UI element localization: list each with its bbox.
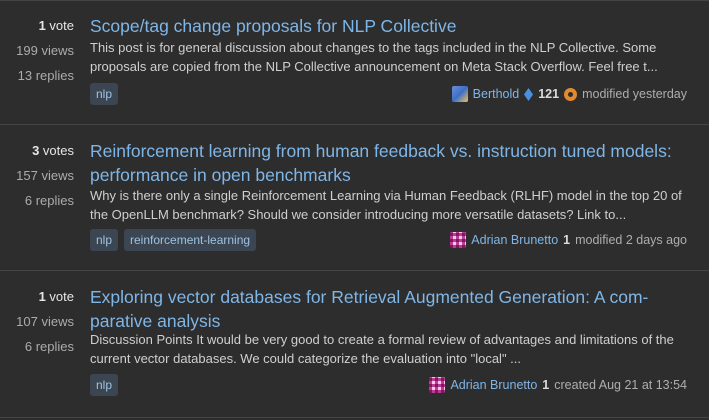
- reply-count: 6 replies: [24, 339, 74, 354]
- reputation: 1: [563, 233, 571, 247]
- tag-nlp[interactable]: nlp: [90, 374, 119, 396]
- discussion-item: 3 votes 157 views 6 replies Reinforcemen…: [0, 125, 709, 270]
- post-excerpt: This post is for general discussion abou…: [90, 40, 658, 74]
- discussion-list: 1 vote 199 views 13 replies Scope/tag ch…: [0, 0, 709, 420]
- view-count: 157 views: [16, 168, 74, 183]
- divider: [0, 417, 709, 418]
- post-meta: Berthold 121 modified yesterday: [451, 86, 687, 102]
- vote-count: 3 votes: [32, 143, 74, 158]
- post-title-link[interactable]: Exploring vector databases for Retrieval…: [90, 285, 670, 333]
- post-title-link[interactable]: Scope/tag change proposals for NLP Colle…: [90, 14, 690, 38]
- author-link[interactable]: Adrian Brunetto: [450, 378, 537, 392]
- reputation: 1: [542, 378, 550, 392]
- activity-time: modified 2 days ago: [575, 233, 687, 247]
- avatar[interactable]: [429, 377, 446, 393]
- tag-nlp[interactable]: nlp: [90, 83, 119, 105]
- post-excerpt: Discussion Points It would be very good …: [90, 332, 674, 366]
- vote-count: 1 vote: [38, 289, 74, 304]
- tag-reinforcement-learning[interactable]: reinforcement-learning: [124, 229, 257, 251]
- post-stats: 3 votes 157 views 6 replies: [0, 143, 74, 218]
- vote-count: 1 vote: [38, 18, 74, 33]
- post-excerpt: Why is there only a single Reinforcement…: [90, 188, 682, 222]
- tag-list: nlp: [90, 374, 119, 396]
- author-link[interactable]: Adrian Brunetto: [471, 233, 558, 247]
- post-meta: Adrian Brunetto 1 modified 2 days ago: [450, 232, 687, 248]
- post-stats: 1 vote 107 views 6 replies: [0, 289, 74, 364]
- post-meta: Adrian Brunetto 1 created Aug 21 at 13:5…: [429, 377, 687, 393]
- post-title-link[interactable]: Reinforcement learning from human feedba…: [90, 139, 700, 187]
- view-count: 199 views: [16, 43, 74, 58]
- discussion-item: 1 vote 199 views 13 replies Scope/tag ch…: [0, 0, 709, 124]
- activity-time: created Aug 21 at 13:54: [554, 378, 687, 392]
- reply-count: 13 replies: [17, 68, 74, 83]
- moderator-diamond-icon: [524, 87, 534, 101]
- reply-count: 6 replies: [24, 193, 74, 208]
- avatar[interactable]: [451, 86, 468, 102]
- author-link[interactable]: Berthold: [473, 87, 520, 101]
- avatar[interactable]: [450, 232, 467, 248]
- tag-list: nlp reinforcement-learning: [90, 229, 257, 251]
- reputation: 121: [538, 87, 560, 101]
- activity-time: modified yesterday: [582, 87, 687, 101]
- post-stats: 1 vote 199 views 13 replies: [0, 18, 74, 93]
- discussion-item: 1 vote 107 views 6 replies Exploring vec…: [0, 271, 709, 420]
- tag-nlp[interactable]: nlp: [90, 229, 119, 251]
- tag-list: nlp: [90, 83, 119, 105]
- view-count: 107 views: [16, 314, 74, 329]
- bronze-badge-icon: [564, 87, 578, 101]
